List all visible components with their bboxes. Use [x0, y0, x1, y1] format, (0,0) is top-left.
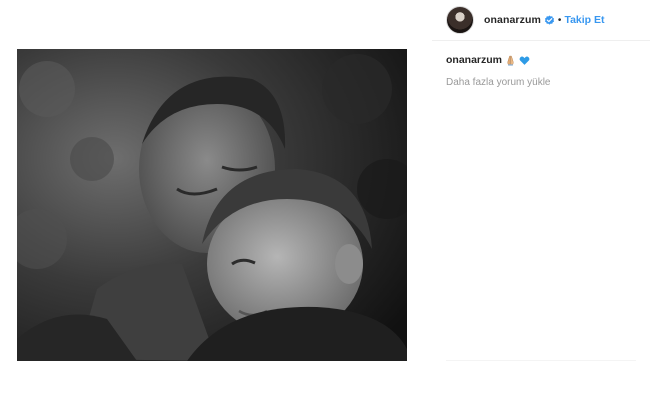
praying-hands-icon	[505, 55, 516, 66]
caption: onanarzum	[446, 54, 646, 66]
verified-badge-icon	[544, 14, 555, 26]
divider	[446, 360, 636, 361]
post-photo-illustration	[17, 49, 407, 361]
blue-heart-icon	[519, 55, 530, 66]
author-avatar[interactable]	[446, 6, 474, 34]
post-sidebar: onanarzum • Takip Et onanarzum Daha fazl…	[432, 0, 650, 400]
header-separator: •	[557, 14, 562, 26]
instagram-post: onanarzum • Takip Et onanarzum Daha fazl…	[0, 0, 650, 400]
comments-section: onanarzum Daha fazla yorum yükle	[446, 54, 646, 88]
post-header: onanarzum • Takip Et	[432, 0, 650, 41]
author-username[interactable]: onanarzum	[484, 14, 541, 26]
load-more-comments-link[interactable]: Daha fazla yorum yükle	[446, 77, 646, 88]
post-photo[interactable]	[17, 49, 407, 361]
follow-button[interactable]: Takip Et	[564, 14, 604, 26]
caption-username[interactable]: onanarzum	[446, 54, 502, 66]
